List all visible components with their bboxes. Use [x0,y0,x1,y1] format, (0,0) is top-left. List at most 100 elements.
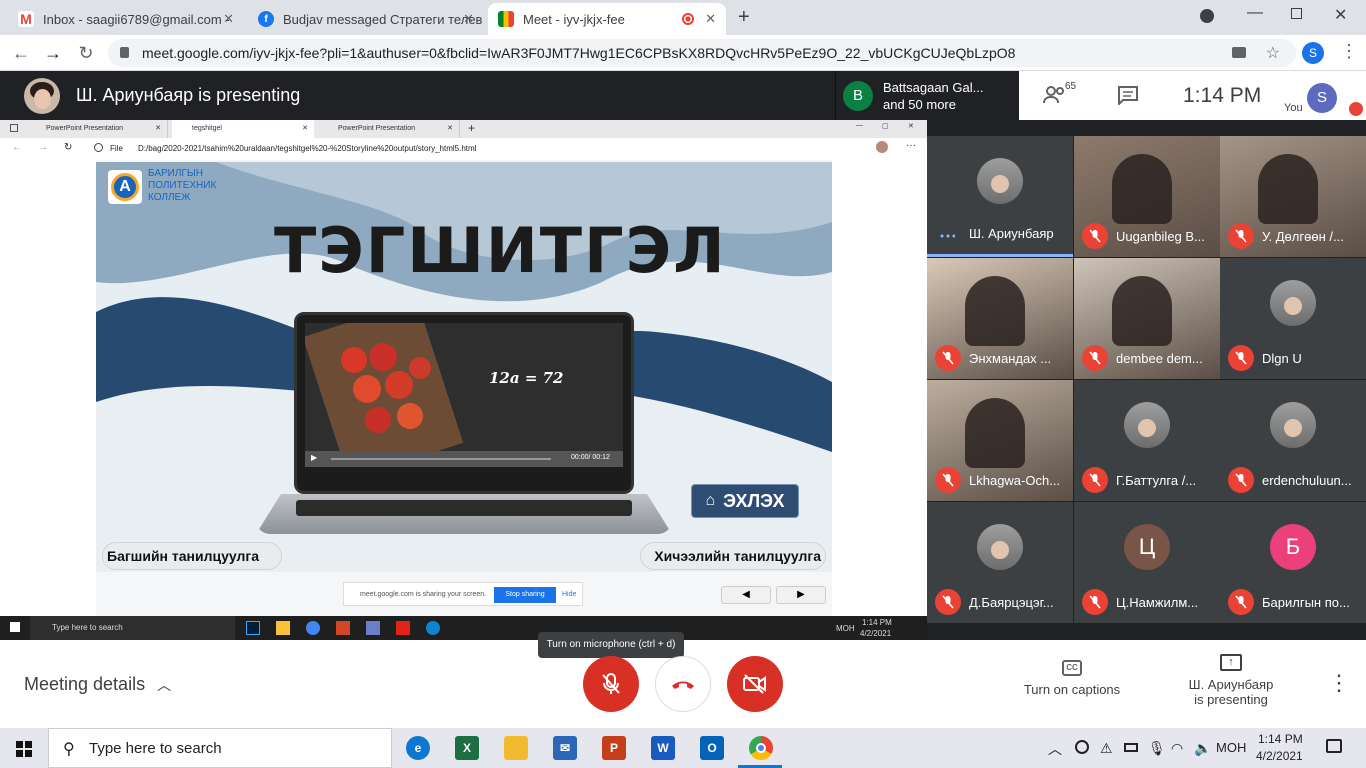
participant-tile[interactable]: erdenchuluun... [1220,380,1366,501]
powerpoint-icon[interactable]: P [602,736,626,760]
participant-tile[interactable]: Г.Баттулга /... [1074,380,1220,501]
participant-tile[interactable]: У. Дөлгөөн /... [1220,136,1366,257]
tab-search-icon[interactable] [1200,9,1214,23]
chevron-up-icon: ︿ [157,676,172,693]
forward-icon[interactable]: → [42,42,64,64]
chrome-icon[interactable] [749,736,773,760]
star-icon[interactable]: ☆ [1266,43,1280,63]
restore-icon: ▢ [882,123,889,130]
participant-tile[interactable]: Энхмандах ... [927,258,1073,379]
prev-slide-button[interactable]: ◀ [721,586,771,604]
close-icon: ✕ [908,123,914,130]
teacher-intro-button[interactable]: Багшийн танилцуулга [102,542,282,570]
reload-icon[interactable]: ↻ [75,42,97,64]
taskbar-search[interactable]: ⚲ Type here to search [48,728,392,768]
security-icon[interactable]: ⚠ [1100,740,1113,757]
participant-tile[interactable]: Dlgn U [1220,258,1366,379]
address-bar-row: ← → ↻ meet.google.com/iyv-jkjx-fee?pli=1… [0,35,1366,71]
gmail-icon: M [18,11,34,27]
participant-tile[interactable]: Uuganbileg B... [1074,136,1220,257]
leave-call-button[interactable] [655,656,711,712]
participant-tile[interactable]: Ш. Ариунбаяр [927,136,1073,257]
profile-avatar[interactable]: S [1302,42,1324,64]
wifi-icon[interactable]: ◠ [1171,740,1183,757]
camera-icon[interactable] [1232,47,1246,58]
participant-count: 65 [1065,81,1077,92]
self-avatar[interactable]: S [1307,83,1337,113]
camera-toggle-button[interactable] [727,656,783,712]
participant-tile[interactable]: Ц Ц.Намжилм... [1074,502,1220,623]
close-icon[interactable]: ✕ [705,11,716,27]
hide-button[interactable]: Hide [562,591,576,598]
shared-address-bar: ← → ↻ File D:/bag/2020-2021/tsahim%20ura… [0,138,927,160]
language-indicator[interactable]: МОН [1216,740,1246,755]
close-window-icon[interactable]: ✕ [1334,5,1347,25]
windows-icon [10,622,20,632]
outlook-icon[interactable]: O [700,736,724,760]
file-explorer-icon[interactable] [504,736,528,760]
new-tab-icon: + [468,121,476,135]
tab-facebook[interactable]: f Budjav messaged Стратеги телев ✕ [248,3,484,35]
stop-sharing-button[interactable]: Stop sharing [494,587,556,603]
close-icon[interactable]: ✕ [223,11,234,27]
participant-tile[interactable]: Lkhagwa-Och... [927,380,1073,501]
edge-icon[interactable]: e [406,736,430,760]
system-tray-icon[interactable] [1075,740,1089,754]
participant-video [965,276,1025,346]
participant-avatar: Ц [1124,524,1170,570]
shared-tab: PowerPoint Presentation ✕ [318,120,460,138]
close-icon[interactable]: ✕ [463,11,474,27]
lesson-intro-button[interactable]: Хичээлийн танилцуулга [640,542,826,570]
join-notification[interactable]: B Battsagaan Gal... and 50 more [835,71,1019,120]
url-field[interactable]: meet.google.com/iyv-jkjx-fee?pli=1&authu… [108,39,1296,67]
video-frame: 12a = 72 ▶ 00:00/ 00:12 [305,323,623,467]
back-icon[interactable]: ← [10,42,32,64]
mic-toggle-button[interactable] [583,656,639,712]
tab-label: Inbox - saagii6789@gmail.com - [43,11,230,27]
participant-tile[interactable]: Д.Баярцэцэг... [927,502,1073,623]
mic-tooltip: Turn on microphone (ctrl + d) [538,632,684,658]
captions-button[interactable]: CC Turn on captions [1012,660,1132,697]
chevron-up-icon[interactable]: ︿ [1048,739,1062,759]
windows-taskbar: ⚲ Type here to search e X ✉ P W O ︿ ⚠ 🎙 … [0,728,1366,768]
people-button[interactable]: 65 [1043,81,1076,110]
more-options-icon[interactable]: ⋮ [1328,670,1350,696]
participant-name: Г.Баттулга /... [1116,473,1197,488]
volume-icon[interactable]: 🔈 [1194,740,1211,757]
reload-icon: ↻ [64,142,73,153]
you-label: You [1284,102,1303,114]
new-tab-button[interactable]: + [738,6,750,29]
battery-icon[interactable] [1124,743,1138,752]
meeting-details-button[interactable]: Meeting details ︿ [24,674,171,695]
present-status-button[interactable]: ↑ Ш. Ариунбаяр is presenting [1170,654,1292,707]
self-muted-icon [1349,102,1363,116]
presenting-banner: Ш. Ариунбаяр is presenting [0,71,835,120]
start-button[interactable]: ⌂ ЭХЛЭХ [691,484,799,518]
laptop-base [256,494,672,534]
next-slide-button[interactable]: ▶ [776,586,826,604]
notifications-icon[interactable] [1326,739,1342,753]
profile-avatar [876,141,888,153]
chat-button[interactable] [1117,85,1139,110]
clock-time[interactable]: 1:14 PM [1258,732,1303,746]
tab-meet[interactable]: Meet - iyv-jkjx-fee ✕ [488,3,726,35]
restore-icon[interactable] [1291,8,1302,19]
participant-tile[interactable]: Б Барилгын по... [1220,502,1366,623]
mic-off-icon [935,345,961,371]
windows-start-icon[interactable] [16,741,32,757]
participant-tile[interactable]: dembee dem... [1074,258,1220,379]
microphone-icon[interactable]: 🎙 [1148,740,1166,757]
minimize-icon: — [856,122,863,129]
present-screen-icon: ↑ [1220,654,1242,671]
tab-gmail[interactable]: M Inbox - saagii6789@gmail.com - ✕ [8,3,244,35]
mail-icon[interactable]: ✉ [553,736,577,760]
word-icon[interactable]: W [651,736,675,760]
participant-name: Д.Баярцэцэг... [969,595,1054,610]
excel-icon[interactable]: X [455,736,479,760]
clock-date[interactable]: 4/2/2021 [1256,749,1303,763]
minimize-icon[interactable]: — [1247,4,1263,22]
participant-avatar [1124,402,1170,448]
participant-name: Барилгын по... [1262,595,1350,610]
menu-icon[interactable]: ⋮ [1340,41,1358,62]
mic-off-icon [1082,223,1108,249]
